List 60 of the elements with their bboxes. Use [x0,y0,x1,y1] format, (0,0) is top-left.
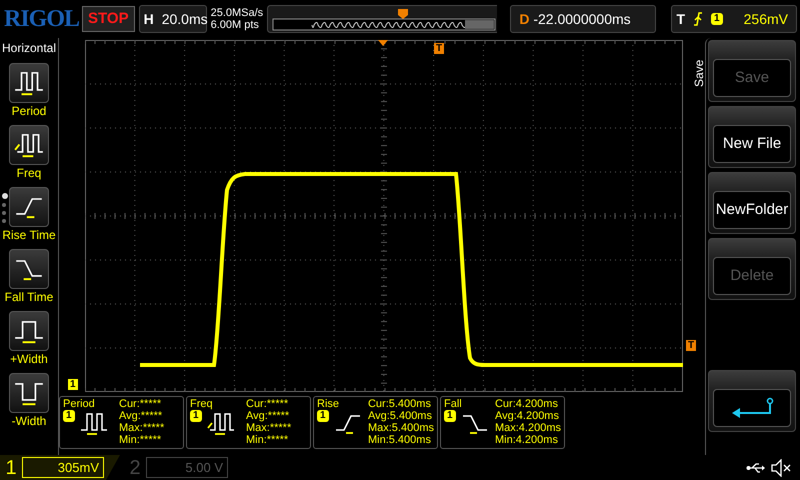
softkey-button[interactable] [708,370,796,432]
softkey-button[interactable]: New File [708,106,796,168]
measurement-value: Min:4.200ms [494,434,559,446]
menu-label: Fall Time [4,289,54,305]
channel-badge: 1 [190,410,202,422]
menu-button[interactable] [9,311,49,351]
delay-label: D [519,10,530,28]
menu-label: +Width [10,351,48,367]
channel-badge: 1 [63,410,75,422]
menu-button[interactable] [9,373,49,413]
measurement-value: Avg:5.400ms [368,410,433,422]
measurement-value: Max:4.200ms [494,422,561,434]
trigger-channel-badge: 1 [711,13,723,25]
measurement-value: Cur:***** [246,398,290,410]
run-stop-status: STOP [82,6,135,32]
menu-button[interactable] [9,187,49,227]
menu-label: Freq [16,165,42,181]
measurement-value: Min:***** [119,434,162,446]
measurement-value: Cur:5.400ms [368,398,432,410]
menu-button[interactable] [9,249,49,289]
trigger-level-marker: T [686,340,696,351]
channel-badge: 1 [444,410,456,422]
channel-marker: 1 [68,379,78,390]
menu-title: Horizontal [2,40,56,57]
delay-value: -22.0000000ms [533,10,631,28]
measurement-value: Min:***** [246,434,290,446]
timebase-value: 20.0ms [162,10,208,28]
measurement-value: Avg:***** [246,410,290,422]
trigger-position-marker: T [434,43,444,54]
usb-icon [746,462,766,474]
menu-label: -Width [12,413,46,429]
trigger-level: 256mV [744,10,788,28]
measurement-name: Rise [317,398,340,410]
trigger-label: T [676,10,686,28]
measurement-value: Max:***** [246,422,292,434]
measurement-name: Freq [190,398,214,410]
rising-edge-icon [693,11,704,27]
horizontal-label: H [144,10,154,28]
sample-rate: 25.0MSa/s [210,7,264,19]
menu-label: Rise Time [2,227,56,243]
logo: RIGOL [4,5,78,34]
memory-depth: 6.00M pts [210,19,260,31]
menu-button[interactable] [9,125,49,165]
softkey-button[interactable]: NewFolder [708,172,796,234]
menu-label: Period [12,103,46,119]
channel-tab[interactable]: 1 305mV [0,455,120,480]
measurement-value: Cur:***** [119,398,162,410]
measurement-value: Max:***** [119,422,164,434]
speaker-muted-icon [770,458,792,476]
measurement-value: Min:5.400ms [368,434,432,446]
measurement-value: Avg:4.200ms [494,410,560,422]
measurement-value: Avg:***** [119,410,164,422]
measurement-value: Max:5.400ms [368,422,434,434]
menu-title: Save [691,58,705,89]
channel-badge: 1 [317,410,329,422]
measurement-name: Period [63,398,96,410]
measurement-value: Cur:4.200ms [494,398,559,410]
center-marker-icon [378,40,388,46]
measurement-name: Fall [444,398,463,410]
menu-button[interactable] [9,63,49,103]
